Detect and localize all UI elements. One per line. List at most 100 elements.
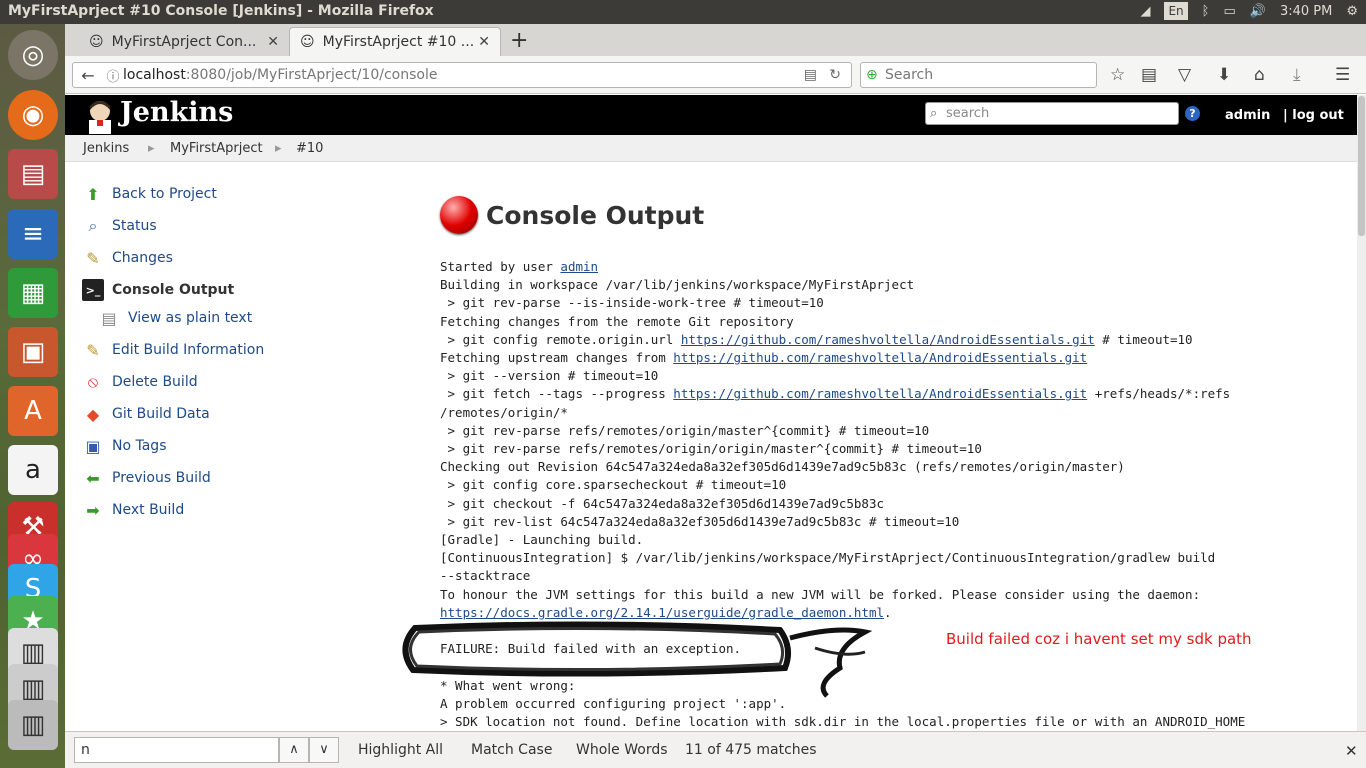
writer-icon[interactable]: ≡ xyxy=(8,209,58,259)
settings-gear-icon[interactable]: ⚙ xyxy=(1346,4,1358,19)
software-center-icon[interactable]: A xyxy=(8,386,58,436)
side-label: Delete Build xyxy=(112,374,198,390)
volume-icon[interactable]: 🔊 xyxy=(1250,4,1266,19)
left-arrow-icon: ⬅ xyxy=(86,468,100,488)
jenkins-brand[interactable]: Jenkins xyxy=(120,97,233,128)
match-case-button[interactable]: Match Case xyxy=(471,742,552,758)
breadcrumb-project[interactable]: MyFirstAprject xyxy=(170,141,263,156)
impress-icon[interactable]: ▣ xyxy=(8,327,58,377)
side-console-output[interactable]: >_ Console Output xyxy=(82,274,382,306)
logout-link[interactable]: | log out xyxy=(1283,108,1344,123)
console-user-link[interactable]: admin xyxy=(560,259,598,274)
highlight-all-button[interactable]: Highlight All xyxy=(358,742,443,758)
user-link[interactable]: admin xyxy=(1225,108,1270,123)
whole-words-button[interactable]: Whole Words xyxy=(576,742,668,758)
console-line: Checking out Revision 64c547a324eda8a32e… xyxy=(440,459,1125,475)
console-line: Started by user xyxy=(440,259,561,274)
breadcrumb-separator-icon: ▸ xyxy=(148,141,155,156)
find-previous-button[interactable]: ∧ xyxy=(279,737,309,763)
keyboard-indicator[interactable]: En xyxy=(1164,2,1188,20)
tab-1[interactable]: ☺ MyFirstAprject Con... ✕ xyxy=(79,27,289,56)
tab-label: MyFirstAprject Con... xyxy=(111,33,257,50)
side-next-build[interactable]: ➡ Next Build xyxy=(82,494,382,526)
wifi-icon[interactable]: ◢ xyxy=(1140,4,1150,19)
side-git-build-data[interactable]: ◆ Git Build Data xyxy=(82,398,382,430)
page-title: Console Output xyxy=(440,196,1350,234)
new-tab-button[interactable]: + xyxy=(510,28,528,53)
file-manager-icon[interactable]: ▤ xyxy=(8,149,58,199)
reload-icon[interactable]: ↻ xyxy=(829,67,841,83)
annotation-note: Build failed coz i havent set my sdk pat… xyxy=(946,630,1252,648)
console-line: [ContinuousIntegration] $ /var/lib/jenki… xyxy=(440,550,1216,566)
jenkins-favicon-icon: ☺ xyxy=(89,33,104,50)
download-icon[interactable]: ⬇ xyxy=(1217,65,1231,85)
calc-icon[interactable]: ▦ xyxy=(8,268,58,318)
scrollbar-thumb[interactable] xyxy=(1358,96,1365,236)
close-tab-icon[interactable]: ✕ xyxy=(478,34,490,50)
console-line: /remotes/origin/* xyxy=(440,404,568,420)
ubuntu-dash-icon[interactable]: ◎ xyxy=(8,30,58,80)
side-label: No Tags xyxy=(112,438,167,454)
console-line: Fetching upstream changes from xyxy=(440,350,674,366)
jenkins-search-placeholder: search xyxy=(946,106,990,121)
search-engine-icon[interactable]: ⊕ xyxy=(866,67,878,83)
side-back-to-project[interactable]: ⬆ Back to Project xyxy=(82,178,382,210)
trash-icon[interactable]: ▥ xyxy=(8,700,58,750)
side-delete-build[interactable]: ⦸ Delete Build xyxy=(82,366,382,398)
pocket-icon[interactable]: ▽ xyxy=(1178,65,1191,85)
breadcrumb-build[interactable]: #10 xyxy=(296,141,323,156)
console-repo-link[interactable]: https://github.com/rameshvoltella/Androi… xyxy=(681,332,1095,347)
page-title-text: Console Output xyxy=(486,200,705,230)
close-findbar-icon[interactable]: ✕ xyxy=(1345,742,1358,760)
console-line: > git fetch --tags --progress xyxy=(440,386,674,402)
console-line: +refs/heads/*:refs xyxy=(1087,386,1231,402)
console-line: > git config core.sparsecheckout # timeo… xyxy=(440,477,787,493)
amazon-icon[interactable]: a xyxy=(8,445,58,495)
find-input[interactable]: n xyxy=(74,737,279,763)
side-changes[interactable]: ✎ Changes xyxy=(82,242,382,274)
terminal-icon: >_ xyxy=(82,279,104,301)
breadcrumb-jenkins[interactable]: Jenkins xyxy=(83,141,129,156)
console-repo-link[interactable]: https://github.com/rameshvoltella/Androi… xyxy=(673,386,1087,401)
page-scrollbar[interactable] xyxy=(1357,95,1366,731)
side-status[interactable]: ⌕ Status xyxy=(82,210,382,242)
find-next-button[interactable]: ∨ xyxy=(309,737,339,763)
side-no-tags[interactable]: ▣ No Tags xyxy=(82,430,382,462)
find-bar: n ∧ ∨ Highlight All Match Case Whole Wor… xyxy=(65,731,1366,768)
home-icon[interactable]: ⌂ xyxy=(1254,65,1265,85)
jenkins-search-input[interactable]: ⌕ search xyxy=(925,102,1179,125)
bookmark-star-icon[interactable]: ☆ xyxy=(1110,65,1125,85)
browser-search-field[interactable]: ⊕ Search xyxy=(860,62,1097,88)
console-line: > git rev-parse refs/remotes/origin/mast… xyxy=(440,422,930,438)
info-icon[interactable]: ⓘ xyxy=(103,66,123,85)
tab-2[interactable]: ☺ MyFirstAprject #10 ... ✕ xyxy=(289,27,501,56)
firefox-icon[interactable]: ◉ xyxy=(8,90,58,140)
reader-view-icon[interactable]: ▤ xyxy=(804,67,817,83)
side-view-plain-text[interactable]: ▤ View as plain text xyxy=(82,306,382,330)
console-line: . xyxy=(884,604,892,620)
clock[interactable]: 3:40 PM xyxy=(1280,4,1332,19)
side-previous-build[interactable]: ⬅ Previous Build xyxy=(82,462,382,494)
url-host: localhost xyxy=(123,67,186,83)
menu-icon[interactable]: ☰ xyxy=(1335,65,1350,85)
side-label: Previous Build xyxy=(112,470,211,486)
side-label: Git Build Data xyxy=(112,406,210,422)
git-icon: ◆ xyxy=(86,404,100,424)
url-bar[interactable]: ← ⓘ localhost:8080/job/MyFirstAprject/10… xyxy=(72,62,852,88)
jenkins-butler-logo[interactable] xyxy=(83,98,117,134)
browser-search-placeholder: Search xyxy=(885,67,934,83)
back-icon[interactable]: ← xyxy=(73,66,103,85)
side-edit-build-info[interactable]: ✎ Edit Build Information xyxy=(82,334,382,366)
help-icon[interactable]: ? xyxy=(1185,106,1200,121)
console-line: > git rev-list 64c547a324eda8a32ef305d6d… xyxy=(440,513,960,529)
bluetooth-icon[interactable]: ᛒ xyxy=(1202,4,1210,19)
console-repo-link[interactable]: https://github.com/rameshvoltella/Androi… xyxy=(673,350,1087,365)
battery-icon[interactable]: ▭ xyxy=(1223,4,1235,19)
side-label: Console Output xyxy=(112,282,235,298)
console-line: Building in workspace /var/lib/jenkins/w… xyxy=(440,277,915,293)
download-status-icon[interactable]: ⤓ xyxy=(1293,65,1301,85)
bookmarks-list-icon[interactable]: ▤ xyxy=(1141,65,1157,85)
console-line: [Gradle] - Launching build. xyxy=(440,532,644,548)
close-tab-icon[interactable]: ✕ xyxy=(267,34,279,50)
unity-launcher: ◎ ◉ ▤ ≡ ▦ ▣ A a ⚒ ∞ S ★ ▥ ▥ ▥ xyxy=(0,24,65,768)
